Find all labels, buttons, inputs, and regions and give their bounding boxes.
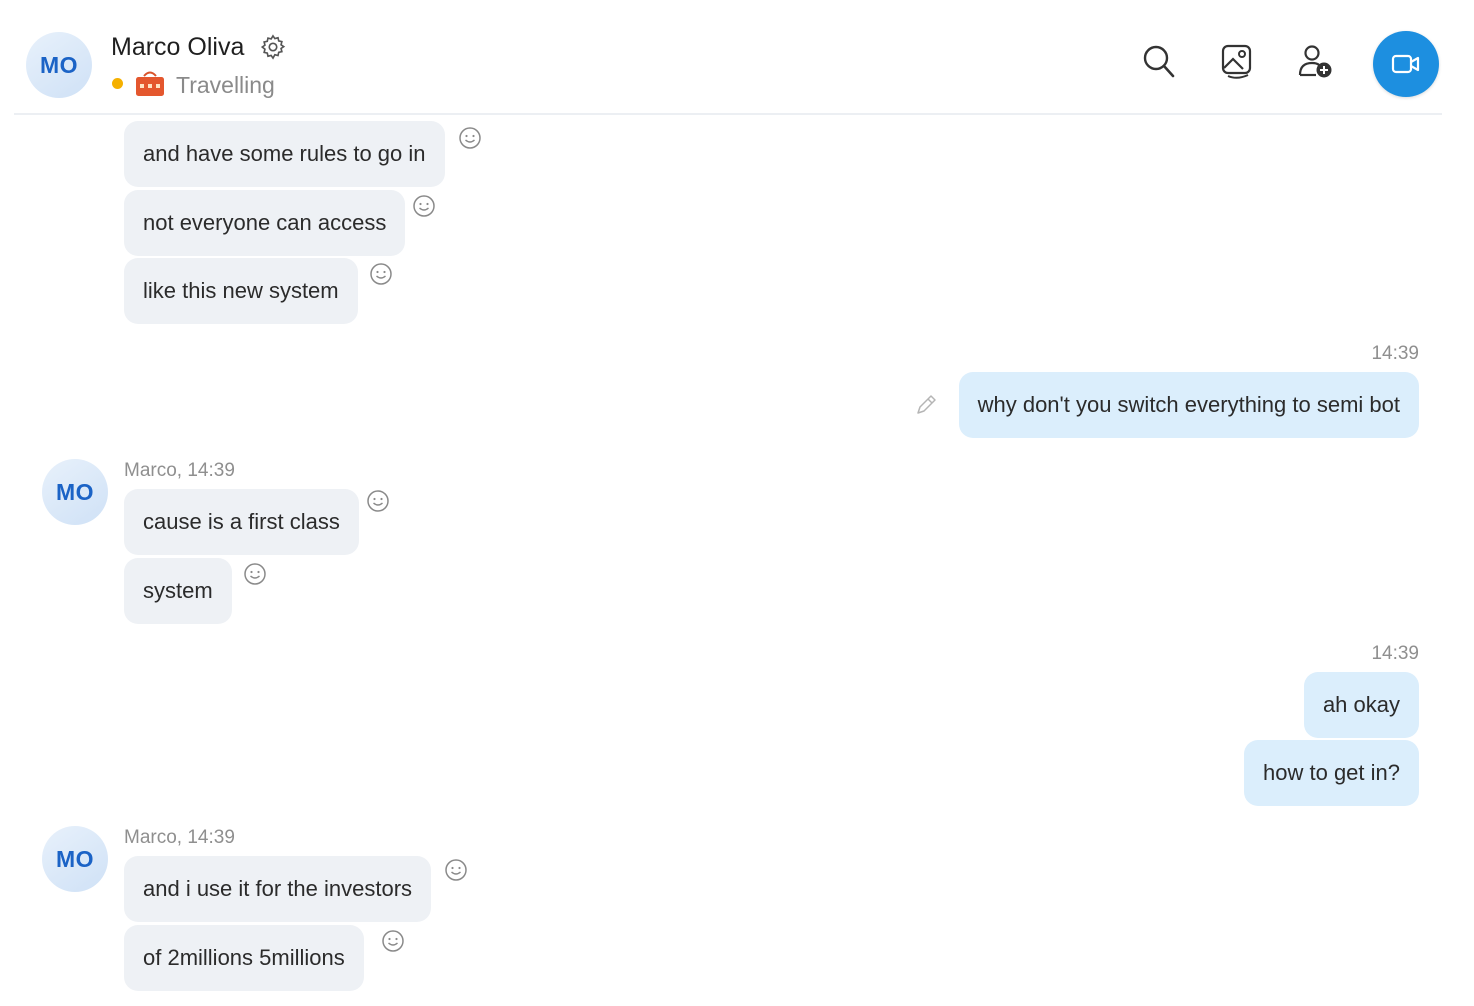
- video-call-icon: [1391, 54, 1420, 74]
- smiley-icon[interactable]: [412, 194, 436, 218]
- message-bubble[interactable]: of 2millions 5millions: [124, 925, 364, 991]
- sender-meta: Marco, 14:39: [124, 460, 235, 481]
- message-bubble[interactable]: not everyone can access: [124, 190, 406, 256]
- gallery-icon: [1221, 44, 1252, 79]
- chat-window: MO Marco Oliva Travelling and have some …: [0, 0, 1474, 1006]
- contact-name[interactable]: Marco Oliva: [111, 33, 244, 62]
- message-bubble[interactable]: how to get in?: [1244, 740, 1419, 806]
- message-bubble[interactable]: like this new system: [124, 258, 358, 324]
- contact-avatar[interactable]: MO: [26, 32, 92, 98]
- pencil-icon[interactable]: [913, 392, 939, 418]
- status-text: Travelling: [176, 72, 275, 98]
- smiley-icon[interactable]: [369, 262, 393, 286]
- message-timestamp: 14:39: [1371, 343, 1419, 364]
- smiley-icon[interactable]: [381, 929, 405, 953]
- smiley-icon[interactable]: [366, 489, 390, 513]
- smiley-icon[interactable]: [243, 562, 267, 586]
- message-bubble[interactable]: why don't you switch everything to semi …: [958, 372, 1419, 438]
- message-bubble[interactable]: and have some rules to go in: [124, 121, 445, 187]
- sender-meta: Marco, 14:39: [124, 827, 235, 848]
- smiley-icon[interactable]: [444, 858, 468, 882]
- sender-avatar[interactable]: MO: [42, 826, 108, 892]
- gallery-button[interactable]: [1219, 42, 1255, 80]
- message-bubble[interactable]: cause is a first class: [124, 489, 359, 555]
- message-bubble[interactable]: system: [124, 558, 232, 624]
- message-timestamp: 14:39: [1371, 643, 1419, 664]
- message-bubble[interactable]: and i use it for the investors: [124, 856, 432, 922]
- chat-header: MO Marco Oliva Travelling: [0, 0, 1474, 116]
- search-button[interactable]: [1141, 42, 1177, 80]
- smiley-icon[interactable]: [458, 126, 482, 150]
- gear-icon[interactable]: [259, 33, 287, 61]
- message-bubble[interactable]: ah okay: [1303, 672, 1419, 738]
- suitcase-icon: [134, 68, 166, 98]
- header-divider: [14, 113, 1442, 115]
- search-icon: [1143, 45, 1175, 78]
- video-call-button[interactable]: [1373, 31, 1439, 97]
- status-dot: [112, 78, 123, 89]
- add-person-icon: [1298, 45, 1332, 78]
- sender-avatar[interactable]: MO: [42, 459, 108, 525]
- add-participant-button[interactable]: [1297, 42, 1333, 80]
